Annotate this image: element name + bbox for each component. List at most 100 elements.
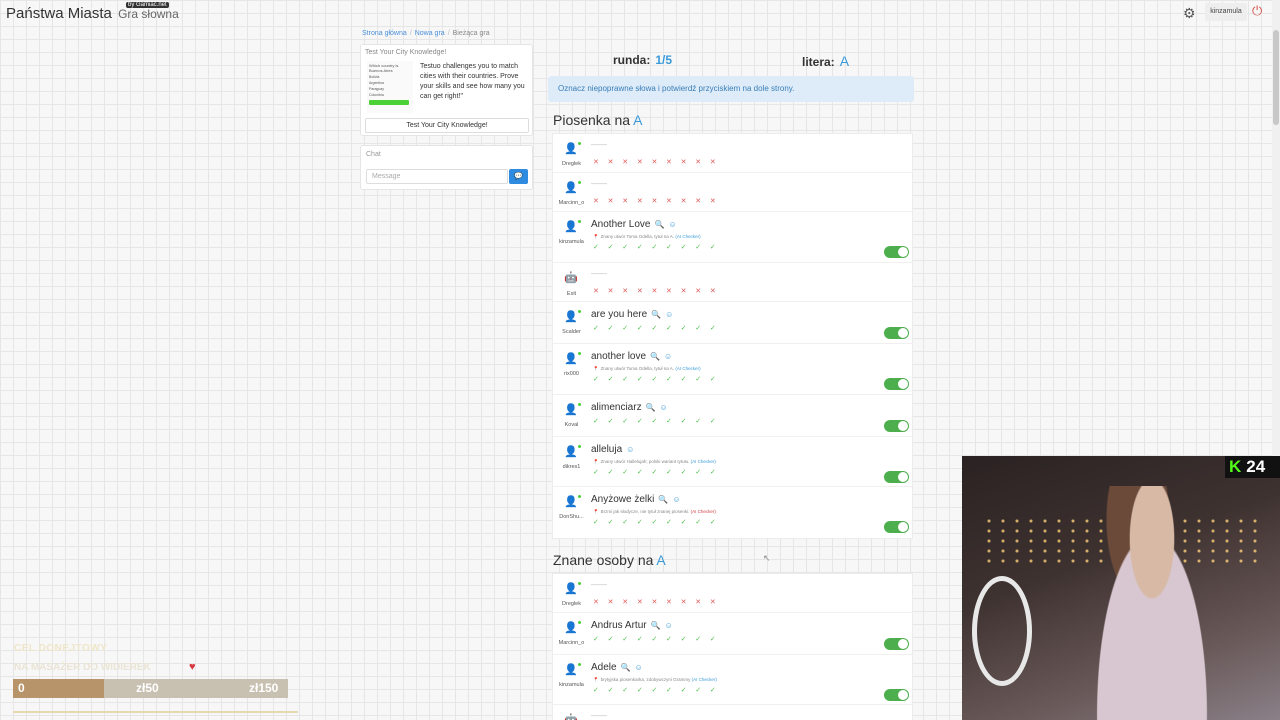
scrollbar-thumb[interactable] — [1273, 30, 1279, 125]
user-avatar-icon: 👤 — [564, 353, 578, 365]
user-avatar-icon: 👤 — [564, 404, 578, 416]
username: rix000 — [564, 371, 579, 377]
search-icon[interactable]: 🔍 — [651, 310, 661, 319]
emoji-icon[interactable]: ☺ — [664, 352, 672, 361]
category-title: Znane osoby na A — [553, 552, 666, 568]
accept-toggle[interactable] — [884, 420, 909, 432]
accept-toggle[interactable] — [884, 378, 909, 390]
search-icon[interactable]: 🔍 — [655, 220, 665, 229]
promo-card: Test Your City Knowledge! Which country … — [360, 44, 533, 136]
donation-goal: zł150 — [249, 681, 279, 695]
vote-marks-wrong[interactable]: ✕ ✕ ✕ ✕ ✕ ✕ ✕ ✕ ✕ — [593, 197, 719, 205]
category-name: Piosenka na — [553, 112, 631, 128]
letter-indicator: litera: A — [802, 53, 849, 69]
promo-image: Which country is Buenos Aires Bolivia Ar… — [367, 61, 413, 113]
chat-send-button[interactable]: 💬 — [509, 169, 528, 184]
search-icon[interactable]: 🔍 — [651, 621, 661, 630]
user-avatar-icon: 👤 — [564, 664, 578, 676]
robot-avatar-icon: 🤖 — [564, 714, 578, 720]
accept-toggle[interactable] — [884, 246, 909, 258]
user-avatar-icon: 👤 — [564, 221, 578, 233]
user-avatar-icon: 👤 — [564, 446, 578, 458]
promo-image-option: Argentina — [369, 81, 384, 85]
letter-label: litera: — [802, 55, 835, 69]
accept-toggle[interactable] — [884, 521, 909, 533]
vote-marks-wrong[interactable]: ✕ ✕ ✕ ✕ ✕ ✕ ✕ ✕ ✕ — [593, 158, 719, 166]
accept-toggle[interactable] — [884, 327, 909, 339]
online-dot — [578, 445, 581, 448]
answer-text: Another Love — [591, 219, 651, 230]
online-dot — [578, 310, 581, 313]
search-icon[interactable]: 🔍 — [646, 403, 656, 412]
online-dot — [578, 663, 581, 666]
online-dot — [578, 220, 581, 223]
mouse-cursor-icon: ↖ — [763, 553, 771, 563]
answer-word: —— — [591, 269, 607, 278]
answer-text: are you here — [591, 309, 648, 320]
emoji-icon[interactable]: ☺ — [626, 445, 634, 454]
breadcrumb-home[interactable]: Strona główna — [362, 30, 407, 37]
heart-icon: ♥ — [189, 661, 196, 673]
answer-word: —— — [591, 580, 607, 589]
user-avatar-icon: 👤 — [564, 583, 578, 595]
category-letter: A — [633, 112, 643, 128]
user-avatar-icon: 👤 — [564, 496, 578, 508]
answer-word: —— — [591, 711, 607, 720]
chat-message-input[interactable]: Message — [366, 169, 508, 184]
accept-toggle[interactable] — [884, 689, 909, 701]
app-subtitle: Gra słowna — [118, 7, 179, 21]
vote-marks-right[interactable]: ✓ ✓ ✓ ✓ ✓ ✓ ✓ ✓ ✓ — [593, 468, 719, 476]
search-icon[interactable]: 🔍 — [650, 352, 660, 361]
vote-marks-right[interactable]: ✓ ✓ ✓ ✓ ✓ ✓ ✓ ✓ ✓ — [593, 243, 719, 251]
emoji-icon[interactable]: ☺ — [635, 663, 643, 672]
vote-marks-wrong[interactable]: ✕ ✕ ✕ ✕ ✕ ✕ ✕ ✕ ✕ — [593, 287, 719, 295]
user-avatar-icon: 👤 — [564, 143, 578, 155]
pin-icon: 📍 — [593, 366, 599, 371]
emoji-icon[interactable]: ☺ — [668, 220, 676, 229]
user-avatar-icon: 👤 — [564, 182, 578, 194]
ai-note: 📍 Znany utwór Hallelujah; polski wariant … — [593, 459, 716, 465]
online-dot — [578, 582, 581, 585]
vote-marks-right[interactable]: ✓ ✓ ✓ ✓ ✓ ✓ ✓ ✓ ✓ — [593, 324, 719, 332]
chat-title: Chat — [366, 151, 381, 158]
username: Dreglek — [562, 161, 581, 167]
accept-toggle[interactable] — [884, 638, 909, 650]
ai-checker-label: (AI Checker) — [675, 366, 701, 371]
accept-toggle[interactable] — [884, 471, 909, 483]
gear-icon[interactable]: ⚙ — [1183, 5, 1196, 22]
emoji-icon[interactable]: ☺ — [665, 621, 673, 630]
vote-marks-right[interactable]: ✓ ✓ ✓ ✓ ✓ ✓ ✓ ✓ ✓ — [593, 635, 719, 643]
emoji-icon[interactable]: ☺ — [665, 310, 673, 319]
vote-marks-right[interactable]: ✓ ✓ ✓ ✓ ✓ ✓ ✓ ✓ ✓ — [593, 686, 719, 694]
category-letter: A — [656, 552, 666, 568]
answer-word: alimenciarz 🔍 ☺ — [591, 402, 668, 413]
power-icon[interactable]: ⏻ — [1252, 3, 1262, 19]
robot-avatar-icon: 🤖 — [564, 272, 578, 284]
promo-image-question: Which country is Buenos Aires — [369, 63, 399, 73]
donation-progress-bar: 0 zł50 zł150 — [13, 679, 288, 698]
app-logo[interactable]: Państwa Miasta Gra słowna by Gamiac.net — [6, 2, 179, 22]
category-title: Piosenka na A — [553, 112, 642, 128]
username: kinzamula — [559, 239, 584, 245]
answer-row: 👤 Marcinn_o Andrus Artur 🔍 ☺ ✓ ✓ ✓ ✓ ✓ ✓ ✓… — [553, 613, 912, 655]
search-icon[interactable]: 🔍 — [621, 663, 631, 672]
vote-marks-right[interactable]: ✓ ✓ ✓ ✓ ✓ ✓ ✓ ✓ ✓ — [593, 375, 719, 383]
answer-text: another love — [591, 351, 647, 362]
online-dot — [578, 352, 581, 355]
answer-word: Another Love 🔍 ☺ — [591, 219, 677, 230]
vote-marks-wrong[interactable]: ✕ ✕ ✕ ✕ ✕ ✕ ✕ ✕ ✕ — [593, 598, 719, 606]
vote-marks-right[interactable]: ✓ ✓ ✓ ✓ ✓ ✓ ✓ ✓ ✓ — [593, 518, 719, 526]
vote-marks-right[interactable]: ✓ ✓ ✓ ✓ ✓ ✓ ✓ ✓ ✓ — [593, 417, 719, 425]
online-dot — [578, 403, 581, 406]
emoji-icon[interactable]: ☺ — [672, 495, 680, 504]
emoji-icon[interactable]: ☺ — [660, 403, 668, 412]
search-icon[interactable]: 🔍 — [658, 495, 668, 504]
breadcrumb-new-game[interactable]: Nowa gra — [415, 30, 445, 37]
user-avatar-icon: 👤 — [564, 311, 578, 323]
chat-panel: Chat Message 💬 — [360, 145, 533, 190]
answer-text: alleluja — [591, 444, 623, 455]
online-dot — [578, 621, 581, 624]
promo-button[interactable]: Test Your City Knowledge! — [365, 118, 529, 133]
user-button[interactable]: kinzamula — [1205, 3, 1247, 21]
ai-note: 📍 Znany utwór Toma Odella, tytuł na A. (A… — [593, 366, 701, 372]
